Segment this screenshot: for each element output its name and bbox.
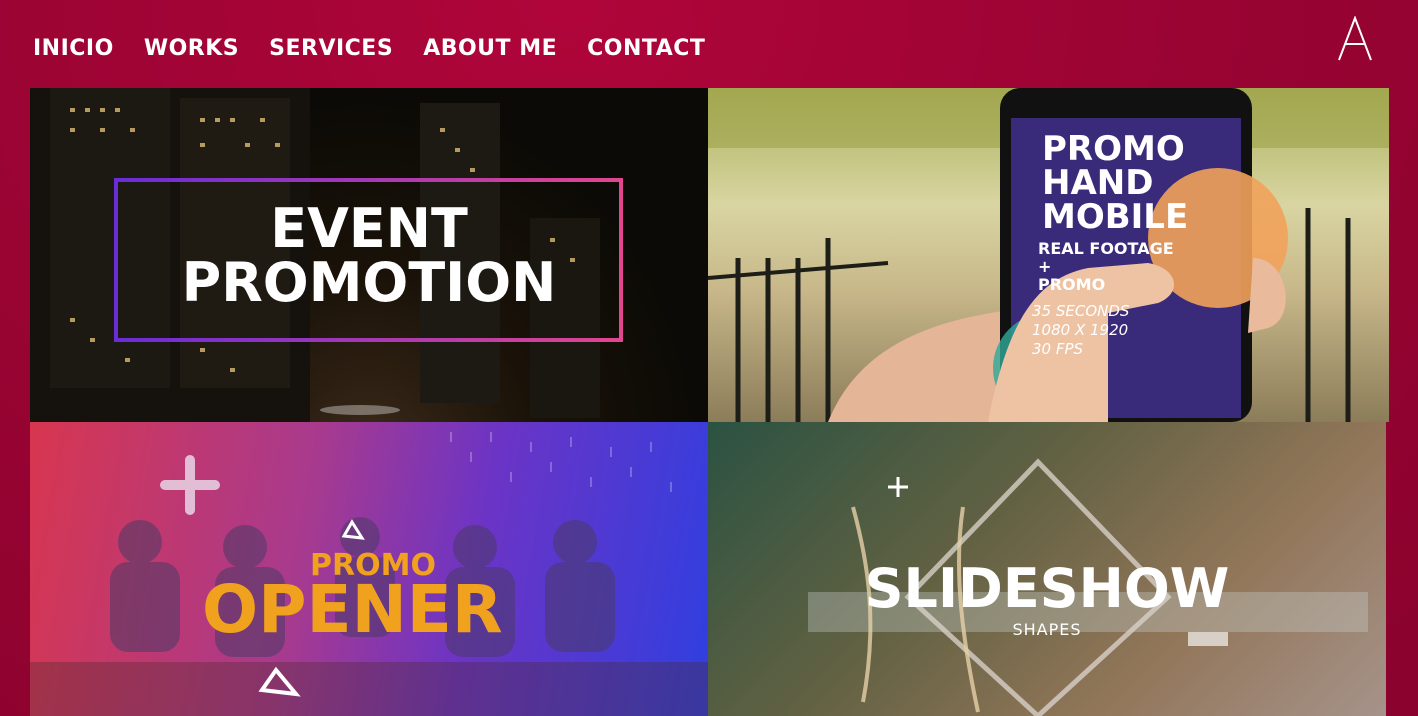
nav-services[interactable]: SERVICES — [269, 36, 393, 61]
work-promo-opener[interactable]: PROMO OPENER — [30, 422, 708, 716]
nav-contact[interactable]: CONTACT — [587, 36, 705, 61]
mobile-spec-duration: 35 SECONDS — [1032, 302, 1130, 320]
mobile-sub-line3: PROMO — [1038, 275, 1106, 294]
work-event-promotion[interactable]: EVENT PROMOTION — [30, 88, 708, 422]
mobile-sub-line1: REAL FOOTAGE — [1038, 239, 1174, 258]
work-slideshow[interactable]: SLIDESHOW SHAPES — [708, 422, 1386, 716]
mobile-title-line2: HAND — [1042, 163, 1154, 203]
event-title-line1: EVENT — [270, 197, 468, 260]
nav-about-me[interactable]: ABOUT ME — [423, 36, 557, 61]
mobile-spec-resolution: 1080 X 1920 — [1032, 321, 1129, 339]
event-title-line2: PROMOTION — [181, 251, 557, 314]
mobile-sub-line2: + — [1038, 257, 1052, 276]
mobile-title: PROMO HAND MOBILE — [1042, 132, 1188, 234]
mobile-spec-fps: 30 FPS — [1032, 340, 1084, 358]
slideshow-subtitle: SHAPES — [1012, 620, 1082, 639]
main-nav: INICIO WORKS SERVICES ABOUT ME CONTACT — [33, 30, 735, 66]
slideshow-title: SLIDESHOW — [864, 557, 1230, 620]
work-promo-hand-mobile[interactable]: PROMO HAND MOBILE REAL FOOTAGE + PROMO 3… — [708, 88, 1389, 422]
mobile-specs: 35 SECONDS 1080 X 1920 30 FPS — [1032, 302, 1129, 359]
brand-logo-icon[interactable] — [1336, 16, 1374, 62]
mobile-title-line3: MOBILE — [1042, 197, 1189, 237]
mobile-title-line1: PROMO — [1042, 129, 1185, 169]
nav-works[interactable]: WORKS — [144, 36, 239, 61]
opener-title-line2: OPENER — [202, 571, 503, 648]
mobile-subtitle: REAL FOOTAGE + PROMO — [1038, 240, 1174, 294]
nav-inicio[interactable]: INICIO — [33, 36, 114, 61]
